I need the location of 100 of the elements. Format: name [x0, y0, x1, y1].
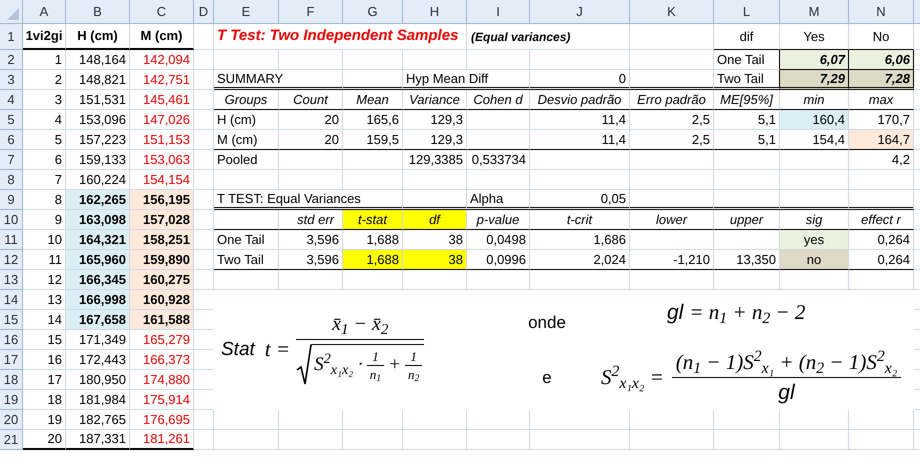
- row-header[interactable]: 14: [0, 290, 23, 310]
- table-cell: 2,024: [530, 250, 630, 270]
- row-header[interactable]: 8: [0, 170, 23, 190]
- table-cell: ME[95%]: [714, 90, 780, 110]
- row-header[interactable]: 6: [0, 130, 23, 150]
- table-cell: 0: [530, 70, 630, 90]
- row-header[interactable]: 9: [0, 190, 23, 210]
- empty-cell: [467, 430, 530, 450]
- table-cell: 2,5: [630, 110, 714, 130]
- row-header[interactable]: 1: [0, 24, 23, 50]
- table-cell: 4,2: [849, 150, 914, 170]
- column-header[interactable]: E: [214, 0, 279, 24]
- empty-cell: [194, 70, 214, 90]
- column-header[interactable]: K: [630, 0, 714, 24]
- column-header[interactable]: L: [714, 0, 780, 24]
- column-header[interactable]: H: [403, 0, 467, 24]
- row-header[interactable]: 7: [0, 150, 23, 170]
- formula-text: t =: [264, 336, 290, 364]
- table-cell: 181,261: [130, 430, 194, 450]
- table-cell: 0,0498: [467, 230, 530, 250]
- empty-cell: [403, 50, 467, 70]
- table-cell: 5: [23, 130, 66, 150]
- table-cell: 15: [23, 330, 66, 350]
- table-cell: T Test: Two Independent Samples: [214, 24, 467, 50]
- column-header[interactable]: M: [780, 0, 849, 24]
- table-cell: Groups: [214, 90, 279, 110]
- table-cell: 163,098: [66, 210, 130, 230]
- row-header[interactable]: 18: [0, 370, 23, 390]
- formula-text: e: [542, 366, 552, 388]
- empty-cell: [194, 130, 214, 150]
- table-cell: 165,279: [130, 330, 194, 350]
- row-header[interactable]: 19: [0, 390, 23, 410]
- empty-cell: [714, 150, 780, 170]
- column-header[interactable]: F: [279, 0, 343, 24]
- table-cell: 20: [23, 430, 66, 450]
- table-cell: 160,4: [780, 110, 849, 130]
- column-header[interactable]: J: [530, 0, 630, 24]
- row-header[interactable]: 2: [0, 50, 23, 70]
- row-header[interactable]: 15: [0, 310, 23, 330]
- table-cell: Pooled: [214, 150, 279, 170]
- empty-cell: [214, 170, 279, 190]
- table-cell: 176,695: [130, 410, 194, 430]
- table-cell: 153,096: [66, 110, 130, 130]
- column-header[interactable]: C: [130, 0, 194, 24]
- empty-cell: [714, 170, 780, 190]
- table-cell: M (cm): [130, 24, 194, 50]
- row-header[interactable]: 11: [0, 230, 23, 250]
- table-cell: 167,658: [66, 310, 130, 330]
- row-header[interactable]: 16: [0, 330, 23, 350]
- table-cell: 157,028: [130, 210, 194, 230]
- table-cell: 175,914: [130, 390, 194, 410]
- row-header[interactable]: 4: [0, 90, 23, 110]
- row-header[interactable]: 10: [0, 210, 23, 230]
- table-cell: Erro padrão: [630, 90, 714, 110]
- row-header[interactable]: 13: [0, 270, 23, 290]
- row-header[interactable]: 21: [0, 430, 23, 450]
- table-cell: 7: [23, 170, 66, 190]
- table-cell: 16: [23, 350, 66, 370]
- table-cell: 1: [23, 50, 66, 70]
- column-header[interactable]: D: [194, 0, 214, 24]
- table-cell: 0,264: [849, 250, 914, 270]
- row-header[interactable]: 17: [0, 350, 23, 370]
- column-header[interactable]: B: [66, 0, 130, 24]
- column-header[interactable]: G: [343, 0, 403, 24]
- table-cell: 5,1: [714, 130, 780, 150]
- column-header[interactable]: A: [23, 0, 66, 24]
- table-cell: 160,275: [130, 270, 194, 290]
- table-cell: 11,4: [530, 110, 630, 130]
- empty-cell: [194, 430, 214, 450]
- table-cell: Alpha: [467, 190, 530, 210]
- table-cell: Two Tail: [214, 250, 279, 270]
- table-cell: 151,153: [130, 130, 194, 150]
- table-cell: max: [849, 90, 914, 110]
- empty-cell: [194, 170, 214, 190]
- table-cell: 2: [23, 70, 66, 90]
- empty-cell: [343, 430, 403, 450]
- row-header[interactable]: 3: [0, 70, 23, 90]
- formula-text: = n$_{1}$ + n$_{2}$ − 2: [689, 299, 806, 328]
- table-cell: 2,5: [630, 130, 714, 150]
- empty-cell: [780, 150, 849, 170]
- row-header[interactable]: 5: [0, 110, 23, 130]
- formula-denominator: gl: [778, 380, 795, 403]
- column-header[interactable]: N: [849, 0, 914, 24]
- table-cell: lower: [630, 210, 714, 230]
- select-all-button[interactable]: [0, 0, 23, 24]
- empty-cell: [403, 170, 467, 190]
- row-header[interactable]: 12: [0, 250, 23, 270]
- row-header[interactable]: 20: [0, 410, 23, 430]
- fraction-denominator: n$_{2}$: [406, 366, 420, 381]
- empty-cell: [849, 430, 914, 450]
- table-cell: 166,373: [130, 350, 194, 370]
- formula-numerator: x̄$_{1}$ − x̄$_{2}$: [332, 314, 388, 339]
- column-header[interactable]: I: [467, 0, 530, 24]
- table-cell: 158,251: [130, 230, 194, 250]
- table-cell: Hyp Mean Diff: [403, 70, 530, 90]
- table-cell: Count: [279, 90, 343, 110]
- table-cell: 11,4: [530, 130, 630, 150]
- triangle-icon: [7, 8, 19, 20]
- empty-cell: [279, 170, 343, 190]
- table-cell: 6,07: [780, 50, 849, 70]
